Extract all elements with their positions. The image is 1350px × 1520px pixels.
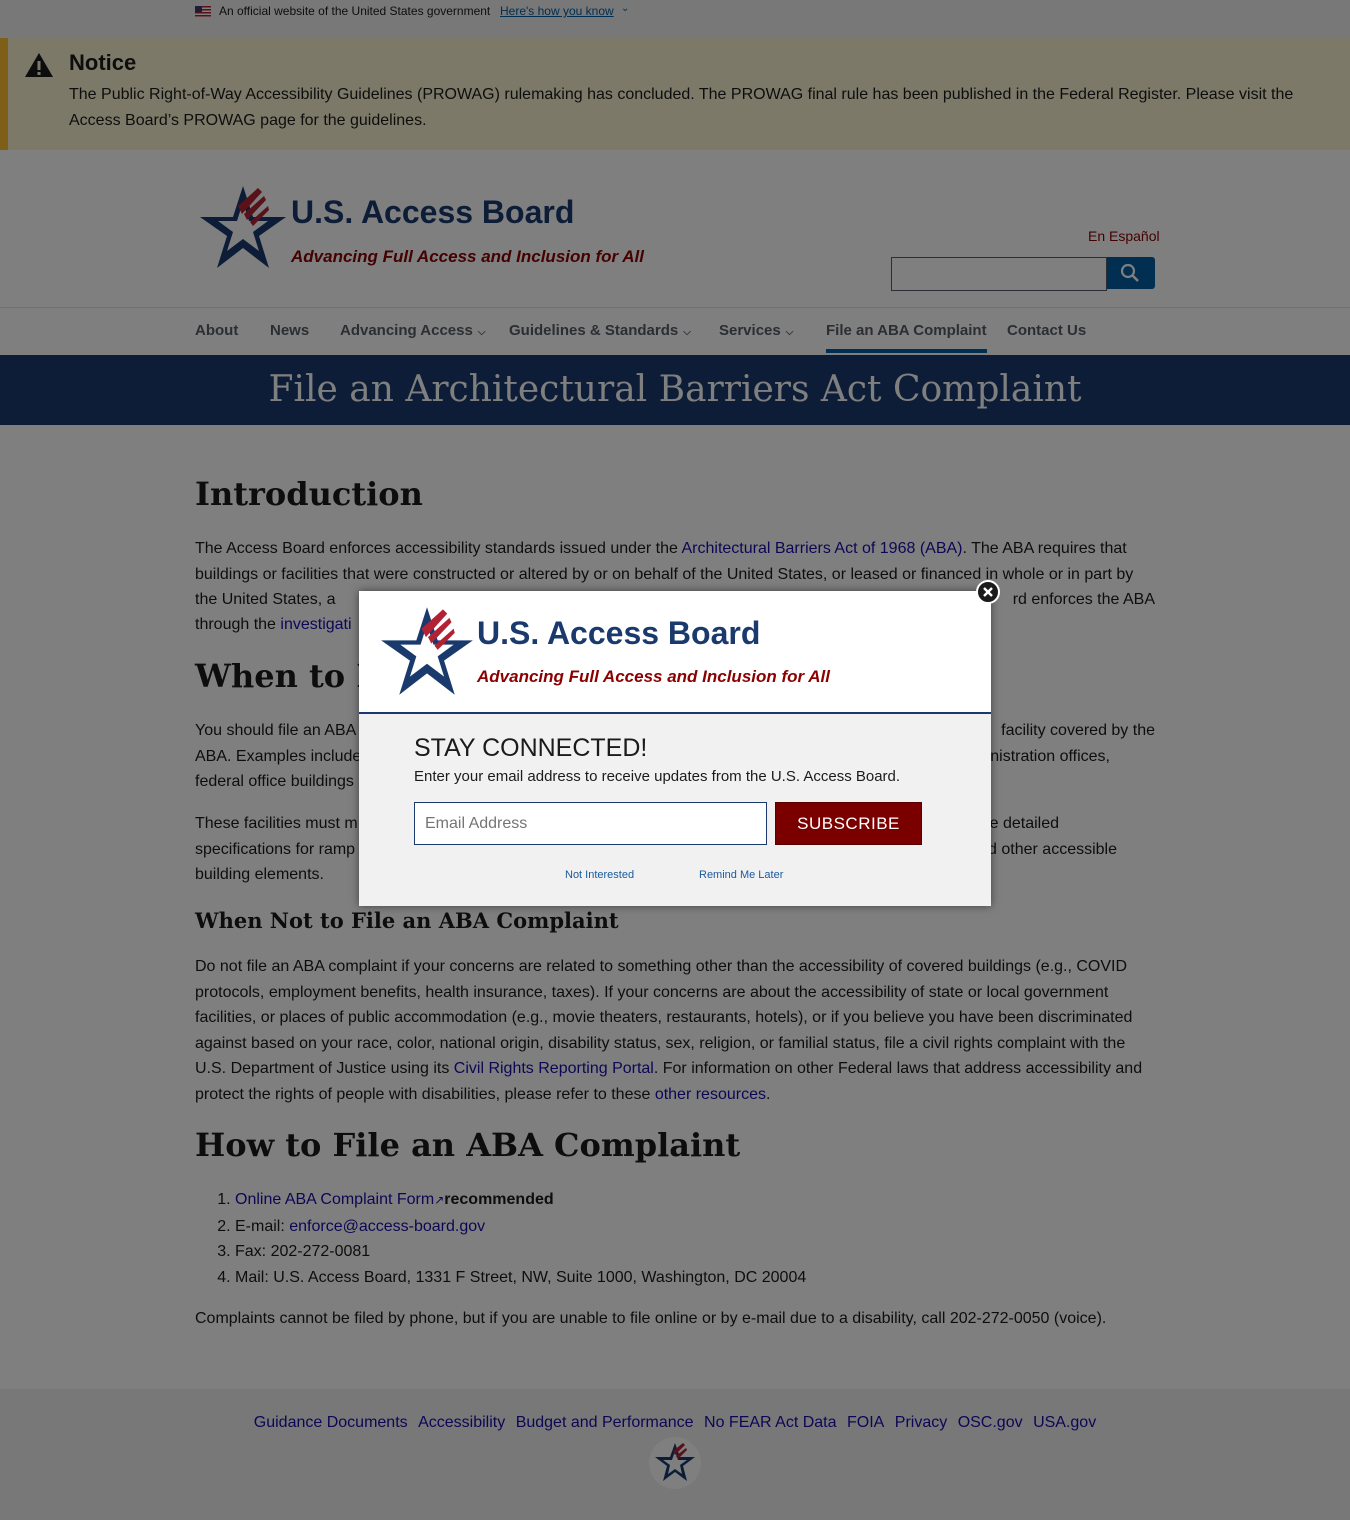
stay-connected-heading: STAY CONNECTED! [414, 734, 648, 762]
access-board-star-logo [381, 607, 473, 695]
modal-tagline: Advancing Full Access and Inclusion for … [477, 667, 830, 686]
modal-header: U.S. Access Board Advancing Full Access … [359, 591, 991, 714]
close-icon[interactable] [976, 580, 1000, 604]
email-address-input[interactable] [414, 802, 767, 845]
subscribe-modal: U.S. Access Board Advancing Full Access … [359, 591, 991, 906]
not-interested-link[interactable]: Not Interested [565, 869, 634, 881]
subscribe-button[interactable]: SUBSCRIBE [775, 802, 922, 845]
modal-title: U.S. Access Board [477, 615, 761, 651]
modal-body: STAY CONNECTED! Enter your email address… [359, 714, 991, 906]
remind-later-link[interactable]: Remind Me Later [699, 869, 783, 881]
subscribe-description: Enter your email address to receive upda… [414, 768, 901, 785]
